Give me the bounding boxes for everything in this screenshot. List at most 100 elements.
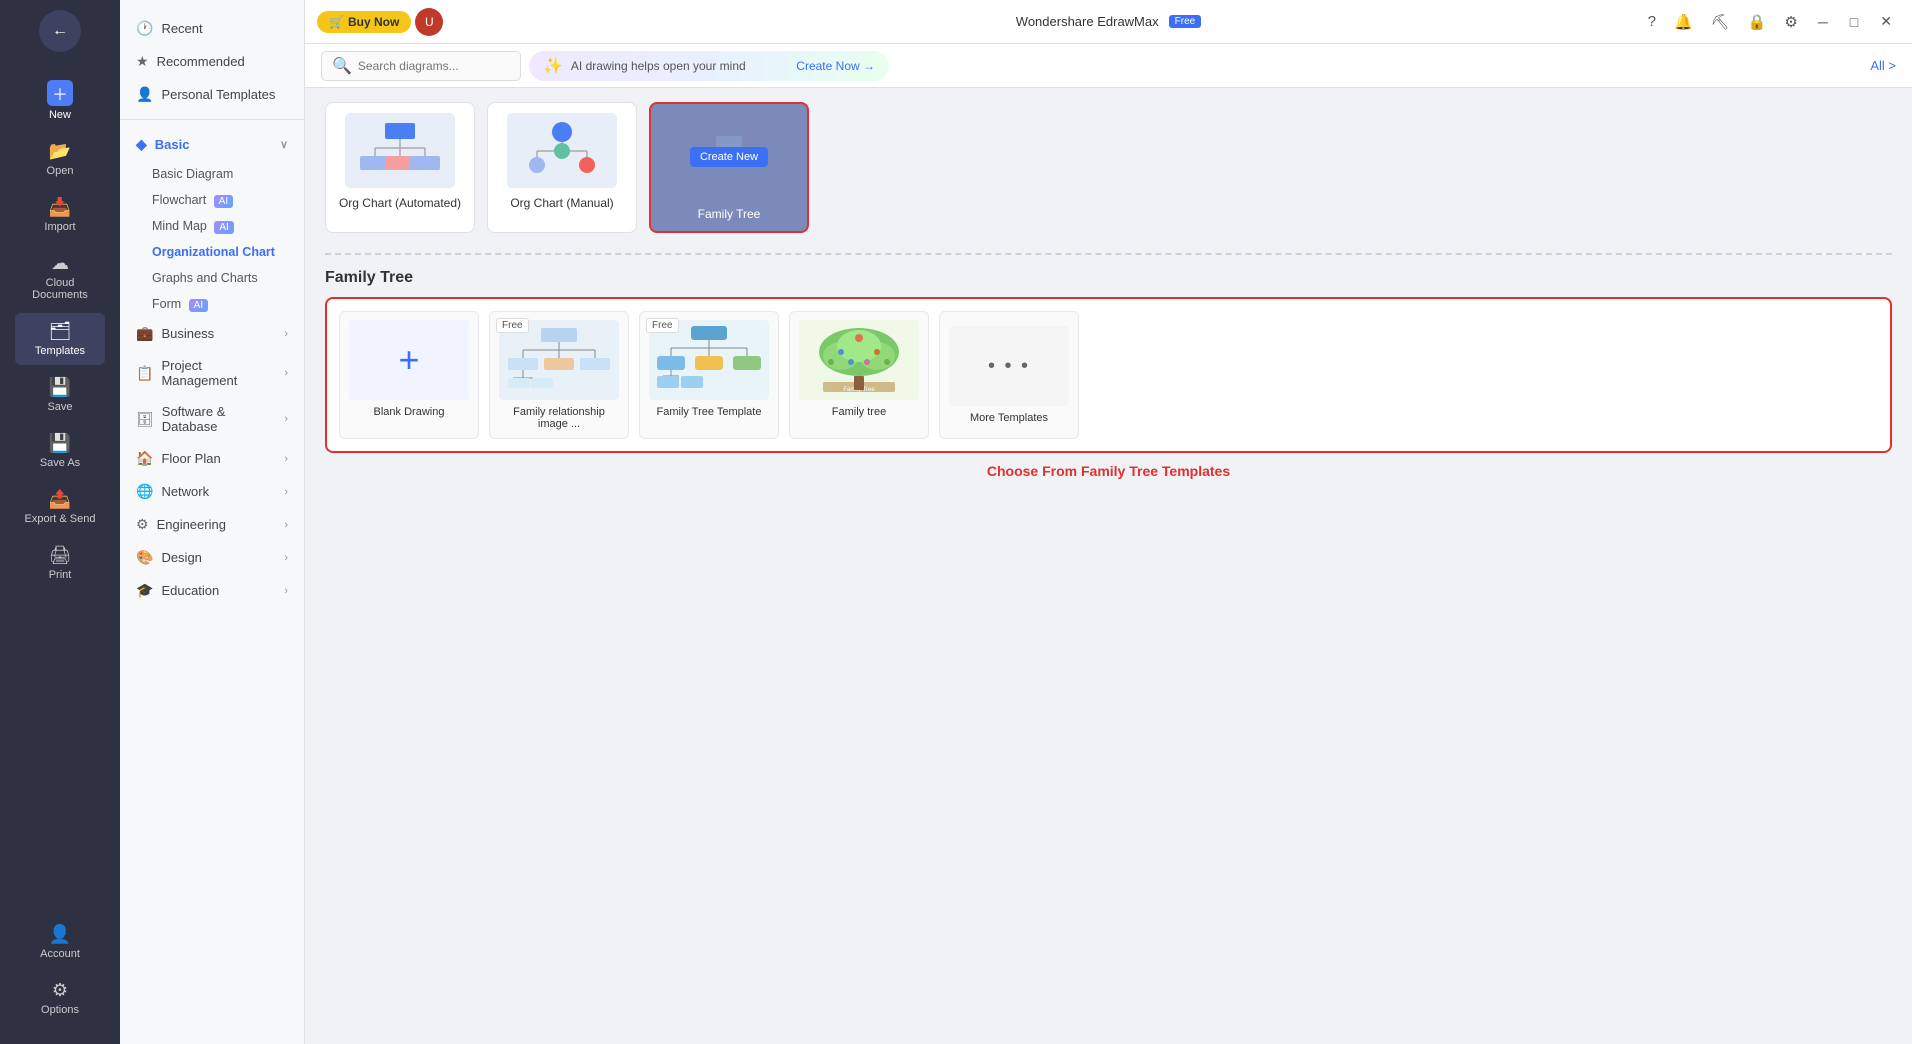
sidebar-item-floor-plan[interactable]: 🏠 Floor Plan › — [120, 442, 304, 475]
back-button[interactable]: ← — [39, 10, 81, 52]
engineering-chevron-icon: › — [284, 519, 288, 531]
sidebar-item-recent[interactable]: 🕐 Recent — [120, 12, 304, 45]
all-link[interactable]: All > — [1870, 58, 1896, 73]
sidebar-item-project-management[interactable]: 📋 Project Management › — [120, 350, 304, 396]
search-input[interactable] — [358, 59, 498, 73]
sidebar-item-print[interactable]: 🖨 Print — [15, 537, 105, 589]
left-sidebar-bottom: 👤 Account ⚙ Options — [15, 916, 105, 1028]
top-templates-row: Org Chart (Automated) — [325, 102, 1892, 233]
close-button[interactable]: ✕ — [1872, 9, 1900, 34]
more-templates-preview: • • • — [949, 326, 1069, 406]
sidebar-item-engineering[interactable]: ⚙ Engineering › — [120, 508, 304, 541]
ai-badge-flowchart: AI — [214, 195, 233, 208]
save-icon: 💾 — [49, 377, 71, 398]
ai-badge-form: AI — [189, 299, 208, 312]
second-sidebar: 🕐 Recent ★ Recommended 👤 Personal Templa… — [120, 0, 305, 1044]
family-tree-img-preview: Family Tree — [799, 320, 919, 400]
search-icon: 🔍 — [332, 56, 352, 76]
free-tag-family-rel: Free — [496, 318, 529, 333]
sidebar-item-network[interactable]: 🌐 Network › — [120, 475, 304, 508]
notification-button[interactable]: 🔔 — [1668, 9, 1699, 35]
titlebar-title: Wondershare EdrawMax Free — [1016, 14, 1201, 29]
business-chevron-icon: › — [284, 328, 288, 340]
search-box[interactable]: 🔍 — [321, 51, 521, 81]
sidebar-item-import[interactable]: 📥 Import — [15, 189, 105, 241]
buy-now-button[interactable]: 🛒 Buy Now — [317, 11, 411, 33]
user-avatar[interactable]: U — [415, 8, 443, 36]
sidebar-item-export[interactable]: 📤 Export & Send — [15, 481, 105, 533]
recommended-icon: ★ — [136, 53, 149, 70]
ft-card-more[interactable]: • • • More Templates — [939, 311, 1079, 439]
toolbar-right: All > — [1870, 58, 1896, 73]
new-icon: ＋ — [47, 80, 73, 106]
template-card-family-tree[interactable]: Create New Family Tree — [649, 102, 809, 233]
free-badge: Free — [1169, 15, 1202, 28]
family-tree-img-label: Family tree — [832, 406, 886, 418]
ai-promo-icon: ✨ — [543, 56, 563, 76]
sidebar-item-save-as[interactable]: 💾 Save As — [15, 425, 105, 477]
ft-card-family-rel[interactable]: Free — [489, 311, 629, 439]
org-manual-label: Org Chart (Manual) — [510, 196, 613, 210]
account-icon: 👤 — [49, 924, 71, 945]
open-icon: 📂 — [49, 141, 71, 162]
floor-plan-icon: 🏠 — [136, 450, 153, 467]
sidebar-item-personal-templates[interactable]: 👤 Personal Templates — [120, 78, 304, 111]
project-chevron-icon: › — [284, 367, 288, 379]
sidebar-item-new[interactable]: ＋ New — [15, 72, 105, 129]
sidebar-item-recommended[interactable]: ★ Recommended — [120, 45, 304, 78]
sidebar-item-design[interactable]: 🎨 Design › — [120, 541, 304, 574]
family-tree-label: Family Tree — [698, 207, 761, 221]
sidebar-item-education[interactable]: 🎓 Education › — [120, 574, 304, 607]
create-new-inner-button[interactable]: Create New — [690, 147, 768, 167]
more-dots-icon: • • • — [988, 355, 1030, 378]
sidebar-subitem-org-chart[interactable]: Organizational Chart — [120, 239, 304, 265]
design-chevron-icon: › — [284, 552, 288, 564]
content-area: Org Chart (Automated) — [305, 88, 1912, 1044]
sidebar-item-options[interactable]: ⚙ Options — [15, 972, 105, 1024]
education-chevron-icon: › — [284, 585, 288, 597]
lock-button[interactable]: 🔒 — [1742, 9, 1773, 35]
ai-promo-create-button[interactable]: Create Now → — [796, 59, 875, 73]
sidebar-item-software-database[interactable]: 🗄 Software & Database › — [120, 396, 304, 442]
family-tree-section-title: Family Tree — [325, 269, 413, 287]
network-chevron-icon: › — [284, 486, 288, 498]
titlebar: 🛒 Buy Now U Wondershare EdrawMax Free ? … — [305, 0, 1912, 44]
export-icon: 📤 — [49, 489, 71, 510]
sidebar-item-open[interactable]: 📂 Open — [15, 133, 105, 185]
sidebar-item-templates[interactable]: 🗂 Templates — [15, 313, 105, 365]
minimize-button[interactable]: ─ — [1810, 10, 1836, 34]
software-chevron-icon: › — [284, 413, 288, 425]
sidebar-subitem-basic-diagram[interactable]: Basic Diagram — [120, 161, 304, 187]
sidebar-item-business[interactable]: 💼 Business › — [120, 317, 304, 350]
help-button[interactable]: ? — [1642, 9, 1662, 34]
template-card-org-manual[interactable]: Org Chart (Manual) — [487, 102, 637, 233]
choose-from-templates-label: Choose From Family Tree Templates — [325, 463, 1892, 479]
ft-card-family-tree-img[interactable]: Family Tree Family tree — [789, 311, 929, 439]
share-button[interactable]: ⛏ — [1705, 9, 1736, 35]
more-templates-label: More Templates — [970, 412, 1048, 424]
sidebar-subitem-mind-map[interactable]: Mind Map AI — [120, 213, 304, 239]
app-wrapper: ← ＋ New 📂 Open 📥 Import ☁ Cloud Document… — [0, 0, 1912, 1044]
templates-icon: 🗂 — [49, 321, 72, 342]
maximize-button[interactable]: □ — [1842, 10, 1866, 34]
sidebar-item-save[interactable]: 💾 Save — [15, 369, 105, 421]
network-icon: 🌐 — [136, 483, 153, 500]
sidebar-item-account[interactable]: 👤 Account — [15, 916, 105, 968]
print-icon: 🖨 — [49, 545, 72, 566]
save-as-icon: 💾 — [49, 433, 71, 454]
ft-card-ft-template[interactable]: Free — [639, 311, 779, 439]
options-icon: ⚙ — [52, 980, 68, 1001]
sidebar-item-cloud[interactable]: ☁ Cloud Documents — [15, 245, 105, 309]
settings-button[interactable]: ⚙ — [1778, 9, 1803, 35]
sidebar-subitem-form[interactable]: Form AI — [120, 291, 304, 317]
titlebar-right: ? 🔔 ⛏ 🔒 ⚙ ─ □ ✕ — [1642, 9, 1900, 35]
cloud-icon: ☁ — [51, 253, 69, 274]
sidebar-item-basic[interactable]: ◆ Basic ∨ — [120, 128, 304, 161]
sidebar-subitem-flowchart[interactable]: Flowchart AI — [120, 187, 304, 213]
org-manual-preview — [507, 113, 617, 188]
template-card-org-auto[interactable]: Org Chart (Automated) — [325, 102, 475, 233]
ft-card-blank[interactable]: + Blank Drawing — [339, 311, 479, 439]
sidebar-subitem-graphs[interactable]: Graphs and Charts — [120, 265, 304, 291]
ai-promo-banner[interactable]: ✨ AI drawing helps open your mind Create… — [529, 51, 889, 81]
family-tree-templates-box: + Blank Drawing Free — [325, 297, 1892, 453]
